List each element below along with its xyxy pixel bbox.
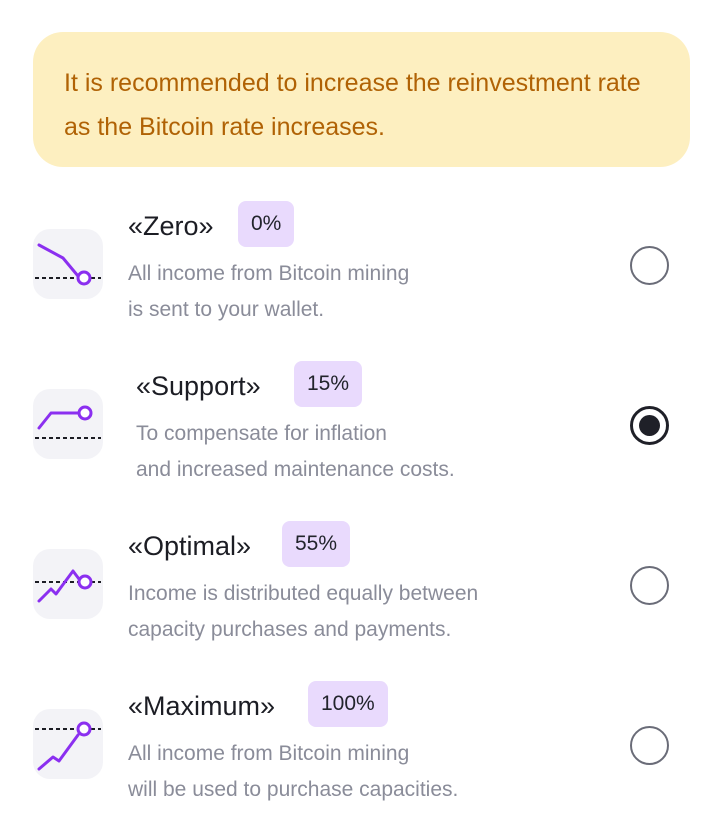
option-support-desc-line2: and increased maintenance costs. <box>136 458 455 481</box>
option-zero[interactable]: «Zero» 0% All income from Bitcoin mining… <box>0 196 722 336</box>
option-zero-icon-box <box>33 229 103 299</box>
recommendation-notice: It is recommended to increase the reinve… <box>33 32 690 167</box>
option-support-desc-line1: To compensate for inflation <box>136 422 387 445</box>
option-zero-rate-badge: 0% <box>238 201 295 247</box>
option-maximum-radio[interactable] <box>630 726 669 765</box>
trend-zigzag-icon <box>35 569 101 603</box>
trend-flat-up-icon <box>35 405 101 439</box>
option-zero-desc-line2: is sent to your wallet. <box>128 298 325 321</box>
option-maximum-desc-line2: will be used to purchase capacities. <box>128 778 459 801</box>
option-support-icon-box <box>33 389 103 459</box>
option-zero-title: «Zero» <box>128 211 214 241</box>
option-maximum-icon-box <box>33 709 103 779</box>
option-optimal-title: «Optimal» <box>128 531 252 561</box>
option-optimal-icon-box <box>33 549 103 619</box>
option-zero-radio[interactable] <box>630 246 669 285</box>
option-optimal[interactable]: «Optimal» 55% Income is distributed equa… <box>0 516 722 656</box>
trend-down-icon <box>35 243 101 286</box>
option-optimal-desc-line2: capacity purchases and payments. <box>128 618 452 641</box>
option-zero-desc-line1: All income from Bitcoin mining <box>128 262 410 285</box>
notice-text: It is recommended to increase the reinve… <box>64 69 641 141</box>
option-support[interactable]: «Support» 15% To compensate for inflatio… <box>0 356 722 496</box>
option-maximum-desc-line1: All income from Bitcoin mining <box>128 742 410 765</box>
option-support-radio[interactable] <box>630 406 669 445</box>
option-support-rate-badge: 15% <box>294 361 363 407</box>
option-optimal-desc-line1: Income is distributed equally between <box>128 582 479 605</box>
reinvestment-card: It is recommended to increase the reinve… <box>0 0 722 840</box>
radio-selected-dot <box>639 415 660 436</box>
option-maximum-title: «Maximum» <box>128 691 276 721</box>
option-support-title: «Support» <box>136 371 261 401</box>
trend-up-icon <box>35 721 101 771</box>
option-maximum[interactable]: «Maximum» 100% All income from Bitcoin m… <box>0 676 722 816</box>
option-optimal-radio[interactable] <box>630 566 669 605</box>
option-maximum-rate-badge: 100% <box>308 681 388 727</box>
option-optimal-rate-badge: 55% <box>282 521 351 567</box>
